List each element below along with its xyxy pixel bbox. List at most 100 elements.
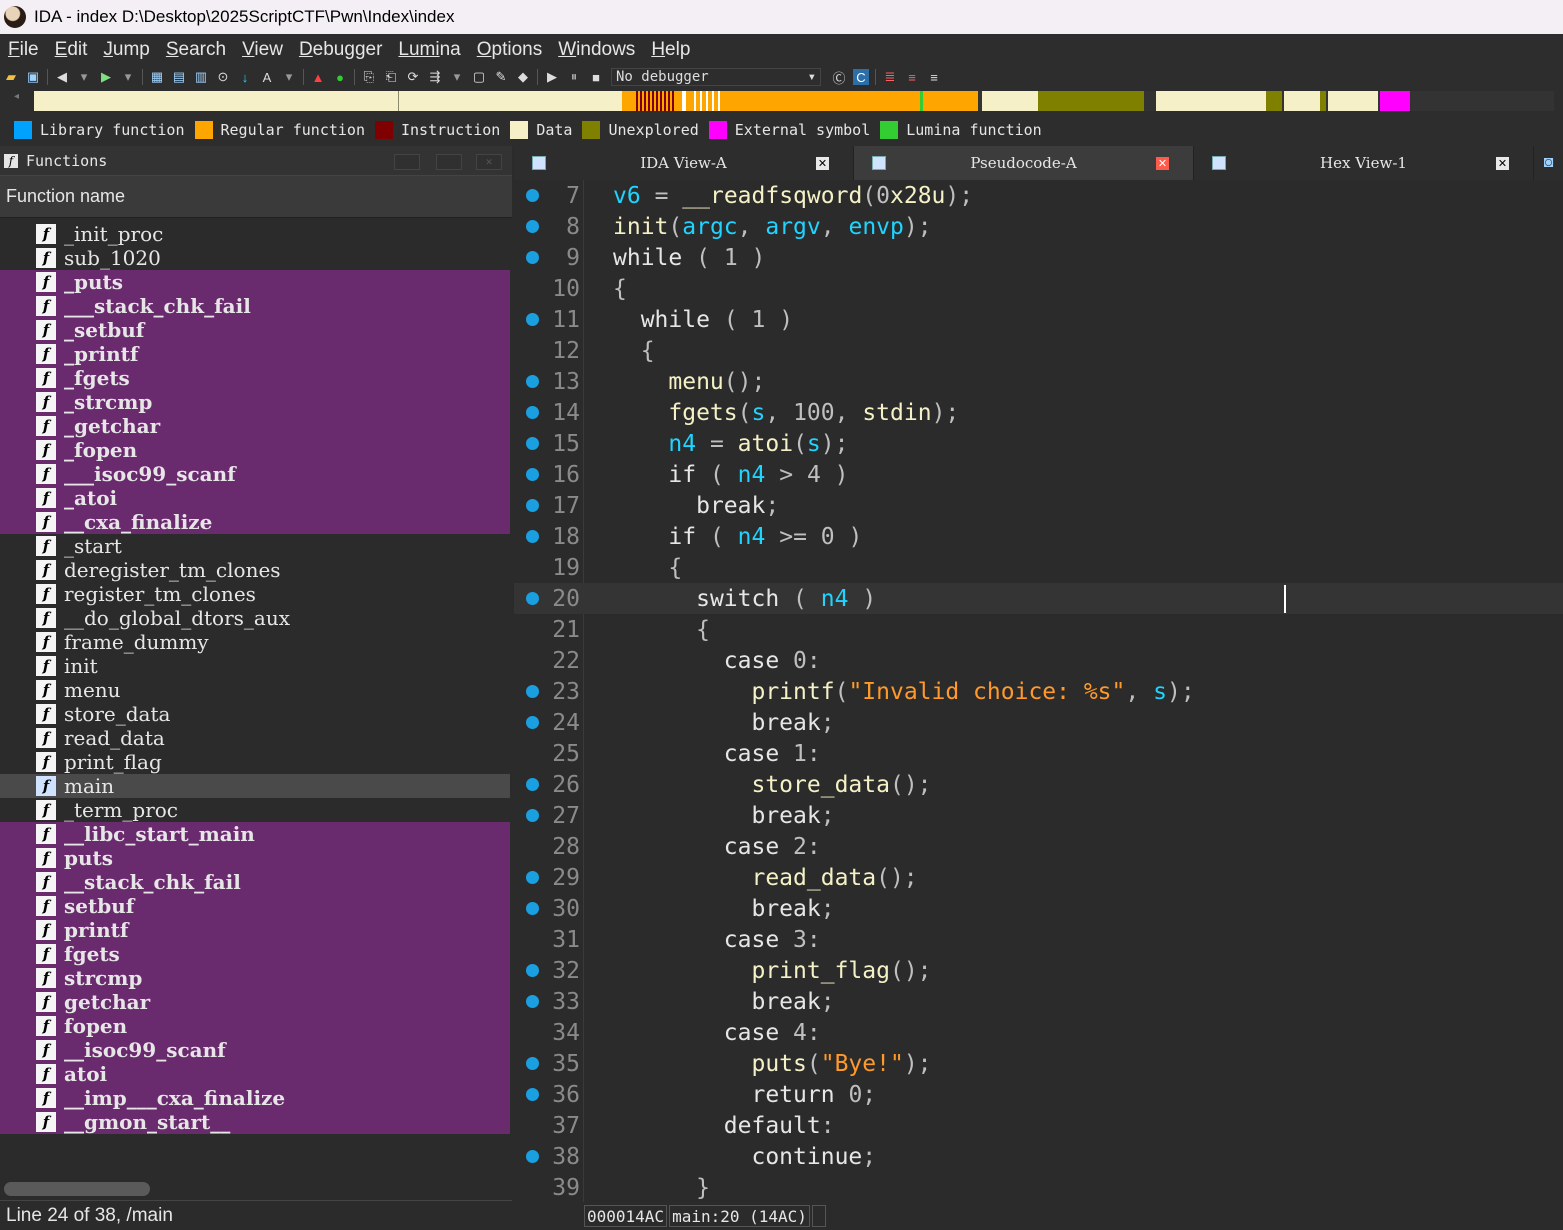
function-row[interactable]: f strcmp	[0, 966, 510, 990]
menu-lumina[interactable]: Lumina	[398, 39, 460, 61]
function-row[interactable]: f __libc_start_main	[0, 822, 510, 846]
panel-close-button[interactable]: ✕	[476, 154, 502, 170]
code-line[interactable]: 8 init(argc, argv, envp);	[514, 211, 1563, 242]
step-out-icon[interactable]: ⟳	[405, 69, 421, 85]
panel-maximize-button[interactable]	[436, 154, 462, 170]
navigation-bar[interactable]	[34, 91, 1554, 111]
code-line[interactable]: 12 {	[514, 335, 1563, 366]
function-row[interactable]: f main	[0, 774, 510, 798]
open-icon[interactable]: ▰	[3, 69, 19, 85]
code-line[interactable]: 18 if ( n4 >= 0 )	[514, 521, 1563, 552]
function-row[interactable]: f sub_1020	[0, 246, 510, 270]
code-line[interactable]: 29 read_data();	[514, 862, 1563, 893]
run-icon[interactable]: ●	[332, 69, 348, 85]
function-row[interactable]: f _printf	[0, 342, 510, 366]
list-white-icon[interactable]: ≡	[926, 69, 942, 85]
pause-icon[interactable]: ⏸	[566, 69, 582, 85]
function-row[interactable]: f atoi	[0, 1062, 510, 1086]
forward-icon[interactable]: ▶	[98, 69, 114, 85]
code-line[interactable]: 31 case 3:	[514, 924, 1563, 955]
nav-arrows-icon[interactable]: ◂	[14, 91, 19, 102]
code-line[interactable]: 9 while ( 1 )	[514, 242, 1563, 273]
list-red-icon[interactable]: ≡	[904, 69, 920, 85]
stop-icon[interactable]: ■	[588, 69, 604, 85]
code-line[interactable]: 24 break;	[514, 707, 1563, 738]
decompile-icon[interactable]: Ⓒ	[831, 69, 847, 86]
code-line[interactable]: 21 {	[514, 614, 1563, 645]
save-icon[interactable]: ▣	[25, 69, 41, 85]
proximity-icon[interactable]: ▥	[193, 69, 209, 85]
code-line[interactable]: 20 switch ( n4 )	[514, 583, 1563, 614]
code-line[interactable]: 33 break;	[514, 986, 1563, 1017]
dropdown-icon[interactable]: ▾	[281, 69, 297, 85]
jump-icon[interactable]: ↓	[237, 69, 253, 85]
menu-jump[interactable]: Jump	[103, 39, 149, 61]
code-line[interactable]: 37 default:	[514, 1110, 1563, 1141]
function-row[interactable]: f _fgets	[0, 366, 510, 390]
pseudocode-view[interactable]: 7 v6 = __readfsqword(0x28u); 8 init(argc, a…	[514, 180, 1563, 1202]
breakpoint-icon[interactable]: ▲	[310, 69, 326, 85]
function-row[interactable]: f _setbuf	[0, 318, 510, 342]
function-row[interactable]: f _start	[0, 534, 510, 558]
function-row[interactable]: f deregister_tm_clones	[0, 558, 510, 582]
code-line[interactable]: 22 case 0:	[514, 645, 1563, 676]
code-line[interactable]: 11 while ( 1 )	[514, 304, 1563, 335]
function-row[interactable]: f init	[0, 654, 510, 678]
function-row[interactable]: f __imp___cxa_finalize	[0, 1086, 510, 1110]
function-row[interactable]: f register_tm_clones	[0, 582, 510, 606]
menu-options[interactable]: Options	[477, 39, 542, 61]
function-row[interactable]: f fgets	[0, 942, 510, 966]
patch-icon[interactable]: ✎	[493, 69, 509, 85]
function-row[interactable]: f menu	[0, 678, 510, 702]
function-row[interactable]: f store_data	[0, 702, 510, 726]
dropdown-icon[interactable]: ▾	[120, 69, 136, 85]
code-line[interactable]: 10 {	[514, 273, 1563, 304]
code-line[interactable]: 38 continue;	[514, 1141, 1563, 1172]
menu-search[interactable]: Search	[166, 39, 226, 61]
function-name-column-header[interactable]: Function name	[0, 176, 512, 218]
code-line[interactable]: 23 printf("Invalid choice: %s", s);	[514, 676, 1563, 707]
function-row[interactable]: f _strcmp	[0, 390, 510, 414]
dropdown-icon[interactable]: ▾	[76, 69, 92, 85]
menu-help[interactable]: Help	[651, 39, 690, 61]
function-row[interactable]: f _atoi	[0, 486, 510, 510]
code-line[interactable]: 32 print_flag();	[514, 955, 1563, 986]
code-line[interactable]: 7 v6 = __readfsqword(0x28u);	[514, 180, 1563, 211]
close-icon[interactable]: ✕	[816, 157, 829, 170]
step-over-icon[interactable]: ⎗	[383, 69, 399, 85]
close-icon[interactable]: ✕	[1496, 157, 1509, 170]
function-row[interactable]: f read_data	[0, 726, 510, 750]
debugger-select[interactable]: No debugger ▾	[611, 68, 821, 86]
start-debug-icon[interactable]: ▶	[544, 69, 560, 85]
decompile-active-icon[interactable]: C	[853, 69, 869, 85]
code-line[interactable]: 17 break;	[514, 490, 1563, 521]
code-line[interactable]: 13 menu();	[514, 366, 1563, 397]
function-row[interactable]: f print_flag	[0, 750, 510, 774]
text-icon[interactable]: A	[259, 69, 275, 85]
menu-file[interactable]: File	[8, 39, 39, 61]
menu-view[interactable]: View	[242, 39, 283, 61]
run-to-cursor-icon[interactable]: ⇶	[427, 69, 443, 85]
code-line[interactable]: 34 case 4:	[514, 1017, 1563, 1048]
code-line[interactable]: 27 break;	[514, 800, 1563, 831]
list-icon[interactable]: ≣	[882, 69, 898, 85]
code-line[interactable]: 14 fgets(s, 100, stdin);	[514, 397, 1563, 428]
graph-icon[interactable]: ▦	[149, 69, 165, 85]
function-row[interactable]: f ___stack_chk_fail	[0, 294, 510, 318]
tab-pseudocode-a[interactable]: Pseudocode-A ✕	[854, 146, 1194, 180]
code-line[interactable]: 19 {	[514, 552, 1563, 583]
menu-windows[interactable]: Windows	[558, 39, 635, 61]
function-row[interactable]: f __stack_chk_fail	[0, 870, 510, 894]
window-icon[interactable]: ▢	[471, 69, 487, 85]
horizontal-scrollbar[interactable]	[4, 1182, 150, 1196]
code-line[interactable]: 15 n4 = atoi(s);	[514, 428, 1563, 459]
function-row[interactable]: f getchar	[0, 990, 510, 1014]
function-row[interactable]: f frame_dummy	[0, 630, 510, 654]
menu-debugger[interactable]: Debugger	[299, 39, 382, 61]
tab-ida-view-a[interactable]: IDA View-A ✕	[514, 146, 854, 180]
code-line[interactable]: 26 store_data();	[514, 769, 1563, 800]
code-line[interactable]: 30 break;	[514, 893, 1563, 924]
function-row[interactable]: f _fopen	[0, 438, 510, 462]
search-icon[interactable]: ⊙	[215, 69, 231, 85]
function-row[interactable]: f _term_proc	[0, 798, 510, 822]
